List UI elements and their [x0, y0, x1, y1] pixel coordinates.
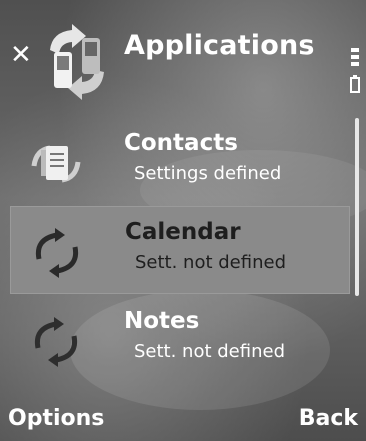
- list-item-status: Sett. not defined: [135, 252, 287, 273]
- list-item-label: Notes: [124, 308, 200, 334]
- list-item-calendar[interactable]: Calendar Sett. not defined: [10, 206, 350, 294]
- contacts-sync-icon: [31, 145, 81, 183]
- screen: ✕ Applications Contacts Settings defined: [0, 0, 366, 441]
- list-item-notes[interactable]: Notes Sett. not defined: [10, 296, 350, 384]
- options-softkey[interactable]: Options: [8, 406, 104, 431]
- sync-icon: [34, 317, 78, 367]
- list-item-label: Contacts: [124, 130, 238, 156]
- back-softkey[interactable]: Back: [299, 406, 358, 431]
- list-item-status: Settings defined: [134, 163, 282, 184]
- list-item-status: Sett. not defined: [134, 341, 286, 362]
- signal-indicator-icon: [350, 48, 360, 93]
- list-item-contacts[interactable]: Contacts Settings defined: [10, 118, 350, 206]
- sync-applications-icon: [50, 24, 104, 100]
- scrollbar[interactable]: [355, 118, 359, 296]
- page-title: Applications: [124, 30, 315, 61]
- list-item-label: Calendar: [125, 219, 241, 245]
- close-icon[interactable]: ✕: [10, 42, 32, 68]
- sync-icon: [35, 228, 79, 278]
